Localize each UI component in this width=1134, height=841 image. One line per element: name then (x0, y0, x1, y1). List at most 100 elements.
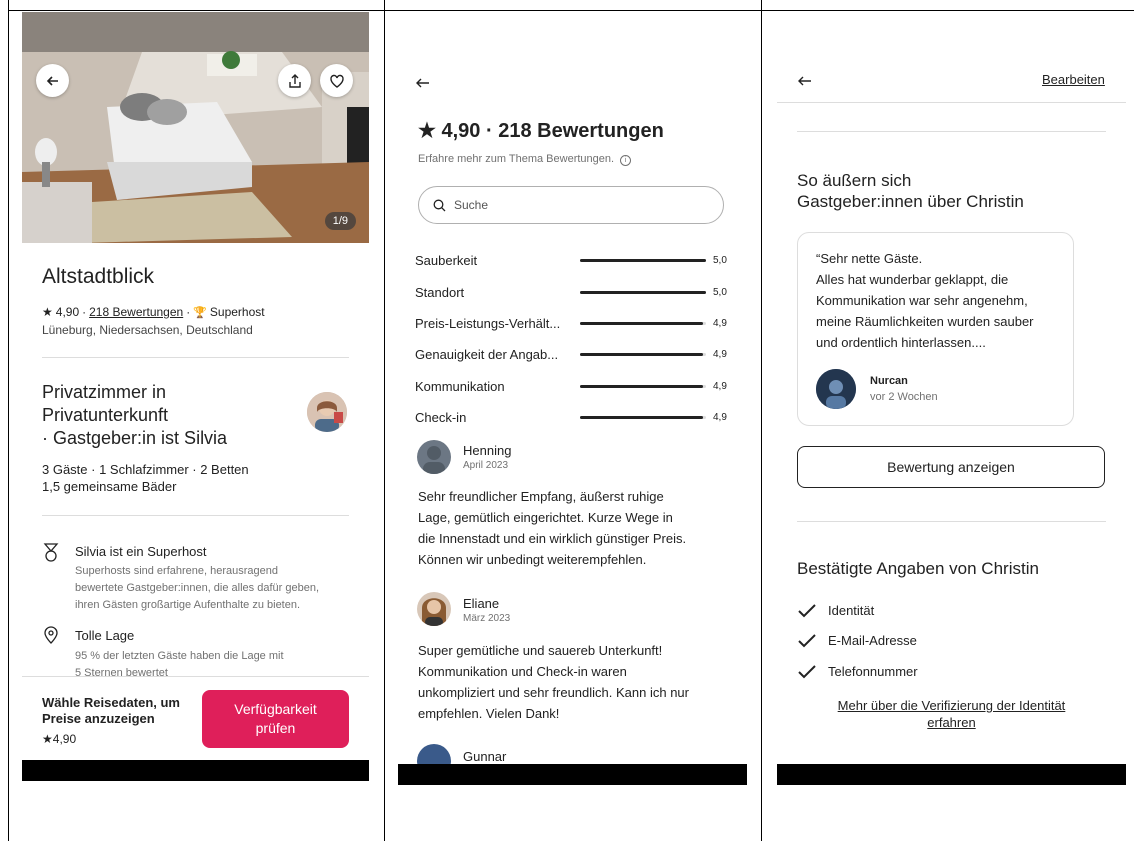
rating-category-row: Standort 5,0 (415, 283, 730, 301)
share-button[interactable] (278, 64, 311, 97)
listing-title: Altstadtblick (42, 265, 155, 288)
category-value: 5,0 (713, 254, 727, 266)
divider (797, 521, 1106, 522)
bedroom-photo (22, 12, 369, 243)
category-name: Kommunikation (415, 378, 505, 394)
highlight-text: Superhosts sind erfahrene, herausragend … (75, 565, 319, 611)
host-photo (307, 392, 347, 432)
review-date: April 2023 (463, 460, 509, 471)
category-name: Standort (415, 284, 465, 300)
ribbon-icon (43, 543, 59, 562)
rating-value: 4,90 (55, 305, 80, 319)
avatar (417, 440, 451, 474)
search-icon (433, 199, 446, 211)
trophy-icon: 🏆 (193, 306, 207, 319)
frame-divider (761, 0, 762, 841)
rating-category-row: Preis-Leistungs-Verhält... 4,9 (415, 314, 730, 332)
category-bar-fill (580, 290, 706, 294)
photo-counter: 1/9 (324, 212, 356, 230)
edit-link[interactable]: Bearbeiten (1042, 72, 1105, 87)
category-name: Sauberkeit (415, 252, 478, 268)
verified-item: Telefonnummer (828, 664, 918, 679)
quote-text: “Sehr nette Gäste. Alles hat wunderbar g… (816, 251, 1034, 350)
checkmark-icon (798, 604, 816, 618)
frame-top (8, 10, 384, 11)
rating-category-row: Check-in 4,9 (415, 408, 730, 426)
quote-author: Nurcan (870, 375, 908, 387)
category-name: Check-in (415, 409, 467, 425)
location-pin-icon (44, 626, 58, 644)
review-date: März 2023 (463, 613, 511, 624)
share-icon (288, 73, 301, 88)
category-bar-fill (580, 384, 704, 388)
listing-photo[interactable]: 1/9 (22, 12, 369, 243)
quote-time: vor 2 Wochen (870, 391, 938, 403)
back-button[interactable] (36, 64, 69, 97)
favorite-button[interactable] (320, 64, 353, 97)
category-bar-fill (580, 258, 706, 262)
divider (797, 131, 1106, 132)
category-bar-fill (580, 415, 704, 419)
location: Lüneburg, Niedersachsen, Deutschland (42, 323, 253, 337)
category-name: Preis-Leistungs-Verhält... (415, 315, 561, 331)
divider (42, 357, 349, 358)
check-availability-button[interactable]: Verfügbarkeit prüfen (202, 690, 349, 748)
divider (777, 102, 1126, 103)
reviewer-name: Henning (463, 443, 512, 458)
category-bar (580, 384, 706, 388)
star-icon: ★ (42, 732, 53, 746)
reviews-info[interactable]: Erfahre mehr zum Thema Bewertungen. i (418, 153, 632, 166)
divider (42, 515, 349, 516)
star-icon: ★ (42, 305, 53, 319)
checkmark-icon (798, 634, 816, 648)
back-arrow-icon[interactable] (415, 75, 431, 91)
date-prompt: Wähle Reisedaten, um Preise anzuzeigen (42, 695, 180, 726)
system-nav-bar (398, 764, 747, 785)
rating-category-row: Genauigkeit der Angab... 4,9 (415, 345, 730, 363)
search-placeholder: Suche (454, 198, 489, 212)
system-nav-bar (777, 764, 1126, 785)
avatar (816, 369, 856, 409)
review-search-input[interactable]: Suche (418, 186, 724, 224)
verified-title: Bestätigte Angaben von Christin (797, 559, 1039, 578)
category-bar-fill (580, 352, 704, 356)
checkmark-icon (798, 665, 816, 679)
show-review-button[interactable]: Bewertung anzeigen (797, 446, 1105, 488)
reviews-heading: ★ 4,90 · 218 Bewertungen (418, 120, 664, 142)
avatar (417, 592, 451, 626)
host-avatar[interactable] (307, 392, 347, 432)
frame-divider (8, 0, 9, 841)
star-icon: ★ (418, 120, 436, 142)
system-nav-bar (22, 760, 369, 781)
section-title: So äußern sich Gastgeber:innen über Chri… (797, 171, 1024, 211)
superhost-label: Superhost (209, 305, 265, 319)
rating-category-row: Sauberkeit 5,0 (415, 251, 730, 269)
highlight-title: Tolle Lage (75, 628, 135, 643)
category-value: 4,9 (713, 380, 727, 392)
rating-row: ★ 4,90 · 218 Bewertungen · 🏆 Superhost (42, 305, 265, 319)
reviewer-name: Gunnar (463, 749, 507, 764)
verification-info-link[interactable]: Mehr über die Verifizierung der Identitä… (797, 697, 1106, 731)
reviews-link[interactable]: 218 Bewertungen (89, 305, 183, 319)
frame-top (761, 10, 1134, 11)
category-value: 4,9 (713, 317, 727, 329)
highlight-title: Silvia ist ein Superhost (75, 544, 207, 559)
category-value: 4,9 (713, 348, 727, 360)
category-bar (580, 352, 706, 356)
review-text: Sehr freundlicher Empfang, äußerst ruhig… (418, 489, 687, 567)
heart-icon (329, 74, 344, 88)
room-details: 3 Gäste · 1 Schlafzimmer · 2 Betten 1,5 … (42, 462, 249, 494)
category-bar (580, 290, 706, 294)
room-title: Privatzimmer in Privatunterkunft · Gastg… (42, 382, 228, 448)
reviewer-name: Eliane (463, 596, 500, 611)
category-bar (580, 415, 706, 419)
frame-divider (384, 0, 385, 841)
back-arrow-icon[interactable] (797, 73, 813, 89)
category-value: 5,0 (713, 286, 727, 298)
category-bar (580, 258, 706, 262)
verified-item: E-Mail-Adresse (828, 633, 917, 648)
frame-top (384, 10, 761, 11)
back-arrow-icon (46, 75, 58, 86)
category-name: Genauigkeit der Angab... (415, 346, 559, 362)
review-text: Super gemütliche und sauereb Unterkunft!… (418, 643, 689, 721)
